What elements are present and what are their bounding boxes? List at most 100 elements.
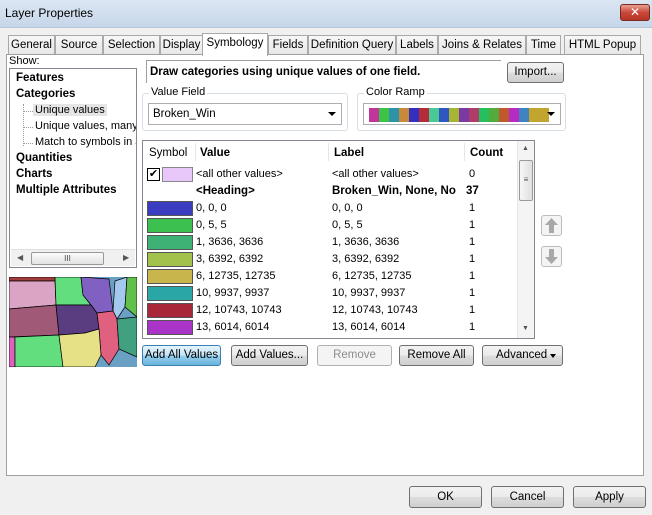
symbol-swatch[interactable] [147,286,193,301]
column-header-value[interactable]: Value [200,147,230,159]
import-button[interactable]: Import... [507,62,564,83]
cell-label[interactable]: 10, 9937, 9937 [332,287,462,299]
cell-count: 1 [469,321,476,333]
tree-item-features[interactable]: Features [16,72,64,84]
scroll-down-icon[interactable]: ▼ [522,325,529,332]
remove-all-button[interactable]: Remove All [399,345,474,366]
tab-label: Symbology [206,37,264,49]
table-row[interactable]: 0, 5, 5 0, 5, 5 1 [143,217,517,234]
tree-item-unique-values[interactable]: Unique values [33,104,107,116]
cell-value: 3, 6392, 6392 [196,253,264,265]
scroll-left-icon[interactable]: ◀ [17,253,23,262]
symbol-swatch[interactable] [147,235,193,250]
table-row[interactable]: 13, 6014, 6014 13, 6014, 6014 1 [143,319,517,336]
tab-fields[interactable]: Fields [268,35,308,55]
column-header-label[interactable]: Label [334,147,364,159]
apply-button[interactable]: Apply [573,486,646,508]
tab-labels[interactable]: Labels [396,35,438,55]
column-divider[interactable] [464,143,465,161]
tab-selection[interactable]: Selection [103,35,160,55]
symbol-swatch[interactable] [162,167,193,182]
move-down-button[interactable] [541,246,562,267]
renderer-tree[interactable]: Features Categories Unique values Unique… [9,68,137,268]
symbol-swatch[interactable] [147,303,193,318]
tab-joins-relates[interactable]: Joins & Relates [438,35,526,55]
cancel-button[interactable]: Cancel [491,486,564,508]
cell-label[interactable]: 1, 3636, 3636 [332,236,462,248]
scroll-right-icon[interactable]: ▶ [123,253,129,262]
tree-item-multiple-attributes[interactable]: Multiple Attributes [16,184,117,196]
symbol-swatch[interactable] [147,269,193,284]
color-ramp-group: Color Ramp [357,86,566,131]
color-ramp-stop [479,108,489,122]
tree-item-match-to-symbols[interactable]: Match to symbols in a [35,136,136,148]
move-up-button[interactable] [541,215,562,236]
remove-button[interactable]: Remove [317,345,392,366]
column-header-count[interactable]: Count [470,147,503,159]
symbol-swatch[interactable] [147,218,193,233]
tree-item-categories[interactable]: Categories [16,88,75,100]
tree-horizontal-scrollbar[interactable]: ◀ III ▶ [11,249,135,266]
cell-value: <all other values> [196,168,283,180]
color-ramp-stop [379,108,389,122]
table-row[interactable]: 0, 0, 0 0, 0, 0 1 [143,200,517,217]
cell-label[interactable]: <all other values> [332,168,462,180]
add-values-button[interactable]: Add Values... [231,345,308,366]
table-row[interactable]: 10, 9937, 9937 10, 9937, 9937 1 [143,285,517,302]
cell-label[interactable]: 6, 12735, 12735 [332,270,462,282]
tree-item-quantities[interactable]: Quantities [16,152,72,164]
table-row[interactable]: 1, 3636, 3636 1, 3636, 3636 1 [143,234,517,251]
table-row[interactable]: 6, 12735, 12735 6, 12735, 12735 1 [143,268,517,285]
symbol-value-grid[interactable]: Symbol Value Label Count ✔ <all other va… [142,140,535,339]
add-all-values-button[interactable]: Add All Values [142,345,221,366]
symbol-swatch[interactable] [147,252,193,267]
cell-value: 1, 3636, 3636 [196,236,264,248]
all-other-values-checkbox[interactable]: ✔ [147,168,160,181]
column-divider[interactable] [195,143,196,161]
table-row[interactable]: 3, 6392, 6392 3, 6392, 6392 1 [143,251,517,268]
tab-general[interactable]: General [8,35,55,55]
tab-definition-query[interactable]: Definition Query [308,35,396,55]
scroll-thumb[interactable]: ≡ [519,160,533,201]
value-field-dropdown[interactable]: Broken_Win [148,103,342,125]
symbol-swatch[interactable] [147,201,193,216]
cell-label[interactable]: Broken_Win, None, No [332,185,464,197]
tab-display[interactable]: Display [160,35,203,55]
cell-label[interactable]: 13, 6014, 6014 [332,321,462,333]
close-button[interactable]: ✕ [620,4,650,21]
tab-source[interactable]: Source [55,35,103,55]
value-field-legend: Value Field [149,86,208,98]
tree-item-unique-values-many[interactable]: Unique values, many [35,120,136,132]
cell-value: 0, 5, 5 [196,219,227,231]
cell-label[interactable]: 3, 6392, 6392 [332,253,462,265]
tab-html-popup[interactable]: HTML Popup [564,35,641,55]
tree-item-charts[interactable]: Charts [16,168,52,180]
cell-label[interactable]: 12, 10743, 10743 [332,304,462,316]
tree-connector [24,111,33,112]
cell-label[interactable]: 0, 0, 0 [332,202,462,214]
scroll-thumb[interactable]: III [31,252,104,265]
tree-connector [24,127,33,128]
cell-count: 1 [469,236,476,248]
renderer-description: Draw categories using unique values of o… [150,66,421,78]
heading-row[interactable]: <Heading> Broken_Win, None, No 37 [143,183,517,200]
color-ramp-dropdown[interactable] [363,103,561,125]
cell-value: 0, 0, 0 [196,202,227,214]
symbol-swatch[interactable] [147,320,193,335]
table-row[interactable]: 12, 10743, 10743 12, 10743, 10743 1 [143,302,517,319]
cell-value: 13, 6014, 6014 [196,321,270,333]
cell-value: 12, 10743, 10743 [196,304,282,316]
color-ramp-stop [369,108,379,122]
arrow-down-icon [545,249,558,264]
cell-label[interactable]: 0, 5, 5 [332,219,462,231]
tab-label: HTML Popup [568,39,637,51]
column-divider[interactable] [328,143,329,161]
grid-vertical-scrollbar[interactable]: ▲ ≡ ▼ [517,141,534,338]
advanced-dropdown-button[interactable]: Advanced [482,345,563,366]
scroll-up-icon[interactable]: ▲ [522,145,529,152]
tab-time[interactable]: Time [526,35,561,55]
all-other-values-row[interactable]: ✔ <all other values> <all other values> … [143,166,517,183]
column-header-symbol[interactable]: Symbol [149,147,187,159]
tab-symbology[interactable]: Symbology [202,33,268,56]
ok-button[interactable]: OK [409,486,482,508]
